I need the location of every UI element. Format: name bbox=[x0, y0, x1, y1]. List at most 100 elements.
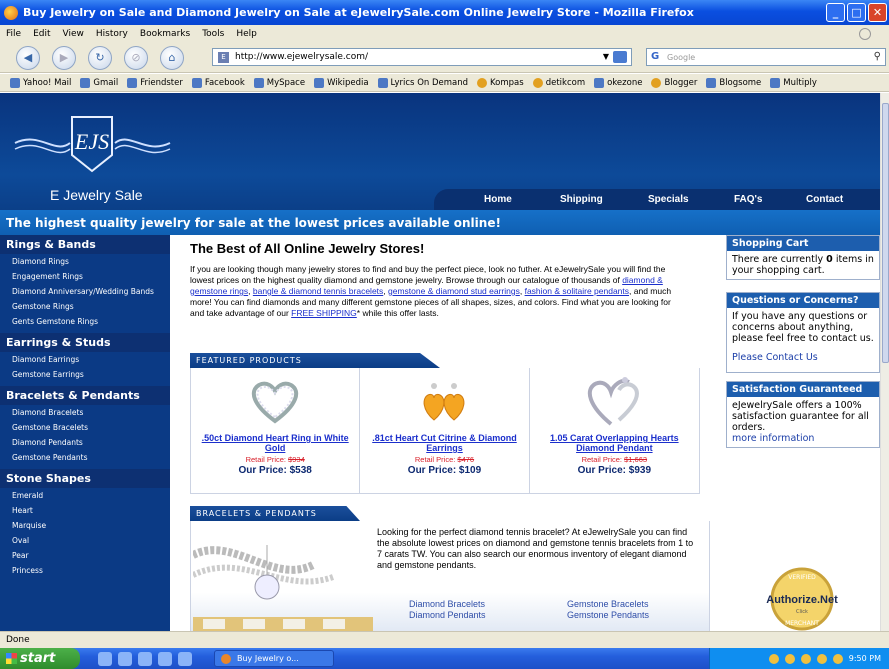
bookmark-lyrics[interactable]: Lyrics On Demand bbox=[377, 77, 468, 88]
bookmark-kompas[interactable]: Kompas bbox=[477, 77, 524, 88]
category-link[interactable]: Heart bbox=[0, 503, 170, 518]
reload-button[interactable]: ↻ bbox=[88, 45, 112, 70]
product-image-citrine-earrings[interactable] bbox=[360, 368, 528, 433]
menu-bookmarks[interactable]: Bookmarks bbox=[140, 29, 190, 39]
link-free-shipping[interactable]: FREE SHIPPING bbox=[291, 308, 357, 318]
menu-history[interactable]: History bbox=[96, 29, 128, 39]
throbber-icon bbox=[859, 28, 871, 40]
bookmark-blogsome[interactable]: Blogsome bbox=[706, 77, 761, 88]
category-link[interactable]: Oval bbox=[0, 533, 170, 548]
url-dropdown-icon[interactable]: ▼ bbox=[603, 52, 609, 61]
retail-price: Retail Price: $476 bbox=[414, 455, 475, 464]
back-button[interactable]: ◀ bbox=[16, 45, 40, 70]
magnifier-icon[interactable]: ⚲ bbox=[874, 51, 881, 62]
quicklaunch-icon[interactable] bbox=[138, 651, 152, 666]
bookmark-facebook[interactable]: Facebook bbox=[191, 77, 245, 88]
bookmark-friendster[interactable]: Friendster bbox=[127, 77, 183, 88]
category-link[interactable]: Engagement Rings bbox=[0, 269, 170, 284]
bookmark-multiply[interactable]: Multiply bbox=[770, 77, 817, 88]
quicklaunch-icon[interactable] bbox=[118, 651, 132, 666]
tray-icon[interactable] bbox=[800, 653, 811, 664]
bracelets-image[interactable] bbox=[193, 525, 373, 631]
category-link[interactable]: Diamond Earrings bbox=[0, 352, 170, 367]
category-rings-heading[interactable]: Rings & Bands bbox=[0, 235, 170, 254]
category-earrings-heading[interactable]: Earrings & Studs bbox=[0, 333, 170, 352]
window-titlebar: Buy Jewelry on Sale and Diamond Jewelry … bbox=[0, 0, 889, 25]
search-box[interactable]: G Google ⚲ bbox=[646, 48, 886, 66]
link-diamond-pendants[interactable]: Diamond Pendants bbox=[409, 610, 709, 621]
quicklaunch-icon[interactable] bbox=[98, 651, 112, 666]
maximize-button[interactable]: □ bbox=[847, 3, 866, 22]
menu-view[interactable]: View bbox=[63, 29, 84, 39]
nav-contact[interactable]: Contact bbox=[806, 194, 843, 205]
tray-icon[interactable] bbox=[784, 653, 795, 664]
product-card[interactable]: .81ct Heart Cut Citrine & Diamond Earrin… bbox=[360, 368, 530, 493]
bookmark-blogger[interactable]: Blogger bbox=[651, 77, 697, 88]
category-shapes-heading[interactable]: Stone Shapes bbox=[0, 469, 170, 488]
category-link[interactable]: Diamond Rings bbox=[0, 254, 170, 269]
product-name[interactable]: .81ct Heart Cut Citrine & Diamond Earrin… bbox=[360, 433, 528, 453]
product-image-heart-ring[interactable] bbox=[191, 368, 359, 433]
bookmark-gmail[interactable]: Gmail bbox=[80, 77, 118, 88]
authorize-net-seal[interactable]: VERIFIED Authorize.Net Click MERCHANT bbox=[757, 565, 847, 631]
category-link[interactable]: Princess bbox=[0, 563, 170, 578]
category-link[interactable]: Gemstone Rings bbox=[0, 299, 170, 314]
cart-title[interactable]: Shopping Cart bbox=[727, 236, 879, 251]
stop-button[interactable]: ⊘ bbox=[124, 45, 148, 70]
svg-text:MERCHANT: MERCHANT bbox=[785, 620, 819, 627]
address-bar[interactable]: E http://www.ejewelrysale.com/ ▼ bbox=[212, 48, 632, 66]
link-diamond-bracelets[interactable]: Diamond Bracelets bbox=[409, 599, 709, 610]
product-card[interactable]: 1.05 Carat Overlapping Hearts Diamond Pe… bbox=[530, 368, 699, 493]
category-link[interactable]: Gemstone Bracelets bbox=[0, 420, 170, 435]
bookmark-detikcom[interactable]: detikcom bbox=[532, 77, 585, 88]
product-image-hearts-pendant[interactable] bbox=[530, 368, 699, 433]
taskbar-firefox-window[interactable]: Buy Jewelry o... bbox=[214, 650, 334, 667]
product-name[interactable]: 1.05 Carat Overlapping Hearts Diamond Pe… bbox=[530, 433, 699, 453]
category-link[interactable]: Marquise bbox=[0, 518, 170, 533]
link-pendants[interactable]: fashion & solitaire pendants bbox=[525, 286, 629, 296]
link-gemstone-pendants[interactable]: Gemstone Pendants bbox=[567, 610, 649, 621]
link-earrings[interactable]: gemstone & diamond stud earrings bbox=[388, 286, 520, 296]
quicklaunch-icon[interactable] bbox=[158, 651, 172, 666]
category-link[interactable]: Gemstone Pendants bbox=[0, 450, 170, 465]
product-card[interactable]: .50ct Diamond Heart Ring in White Gold R… bbox=[191, 368, 361, 493]
menu-help[interactable]: Help bbox=[236, 29, 257, 39]
contact-link[interactable]: Please Contact Us bbox=[732, 352, 818, 363]
nav-shipping[interactable]: Shipping bbox=[560, 194, 603, 205]
menu-tools[interactable]: Tools bbox=[202, 29, 224, 39]
home-button[interactable]: ⌂ bbox=[160, 45, 184, 70]
close-button[interactable]: ✕ bbox=[868, 3, 887, 22]
link-gemstone-bracelets[interactable]: Gemstone Bracelets bbox=[567, 599, 649, 610]
product-name[interactable]: .50ct Diamond Heart Ring in White Gold bbox=[191, 433, 359, 453]
category-link[interactable]: Diamond Bracelets bbox=[0, 405, 170, 420]
vertical-scrollbar[interactable] bbox=[880, 93, 889, 631]
tray-icon[interactable] bbox=[832, 653, 843, 664]
category-link[interactable]: Emerald bbox=[0, 488, 170, 503]
more-info-link[interactable]: more information bbox=[732, 433, 814, 444]
category-bracelets-heading[interactable]: Bracelets & Pendants bbox=[0, 386, 170, 405]
nav-specials[interactable]: Specials bbox=[648, 194, 689, 205]
category-link[interactable]: Diamond Anniversary/Wedding Bands bbox=[0, 284, 170, 299]
nav-home[interactable]: Home bbox=[484, 194, 512, 205]
bookmark-myspace[interactable]: MySpace bbox=[253, 77, 305, 88]
start-button[interactable]: start bbox=[0, 648, 80, 669]
menu-file[interactable]: File bbox=[6, 29, 21, 39]
bookmark-okezone[interactable]: okezone bbox=[594, 77, 642, 88]
bookmark-yahoo-mail[interactable]: Yahoo! Mail bbox=[10, 77, 71, 88]
go-button[interactable] bbox=[613, 51, 627, 63]
nav-faq[interactable]: FAQ's bbox=[734, 194, 763, 205]
link-bracelets[interactable]: bangle & diamond tennis bracelets bbox=[253, 286, 383, 296]
site-logo[interactable]: EJS bbox=[10, 111, 175, 175]
tray-icon[interactable] bbox=[816, 653, 827, 664]
category-link[interactable]: Pear bbox=[0, 548, 170, 563]
category-link[interactable]: Diamond Pendants bbox=[0, 435, 170, 450]
scrollbar-thumb[interactable] bbox=[882, 103, 889, 363]
quicklaunch-icon[interactable] bbox=[178, 651, 192, 666]
minimize-button[interactable]: _ bbox=[826, 3, 845, 22]
tray-icon[interactable] bbox=[768, 653, 779, 664]
category-link[interactable]: Gemstone Earrings bbox=[0, 367, 170, 382]
bookmark-wikipedia[interactable]: Wikipedia bbox=[314, 77, 369, 88]
menu-edit[interactable]: Edit bbox=[33, 29, 50, 39]
category-link[interactable]: Gents Gemstone Rings bbox=[0, 314, 170, 329]
forward-button[interactable]: ▶ bbox=[52, 45, 76, 70]
